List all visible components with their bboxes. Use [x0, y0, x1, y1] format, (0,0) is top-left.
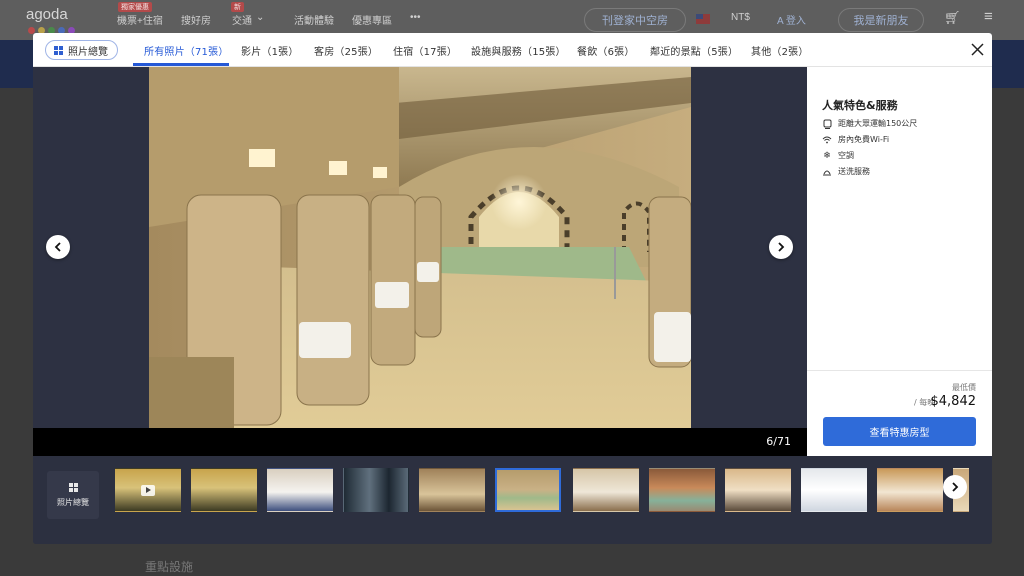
play-icon: [141, 485, 155, 496]
nav-hotels[interactable]: 搜好房: [181, 12, 211, 27]
price-value: $4,842: [930, 394, 977, 409]
next-thumbnails-button[interactable]: [943, 475, 967, 499]
snowflake-icon: ❄: [823, 150, 831, 161]
chevron-right-icon: [778, 242, 785, 252]
thumbnail-11[interactable]: [877, 468, 943, 512]
photo-counter: 6/71: [766, 435, 791, 448]
grid-icon: [68, 482, 78, 492]
thumbnail-1[interactable]: [115, 468, 181, 512]
photo-footer-bar: 6/71: [33, 428, 807, 456]
tab-other[interactable]: 其他（2張）: [751, 43, 809, 58]
nav-activities[interactable]: 活動體驗: [294, 12, 334, 27]
feature-wifi: 房內免費Wi-Fi: [822, 134, 889, 145]
cart-icon[interactable]: 🛒︎: [944, 10, 961, 26]
view-deals-button[interactable]: 查看特惠房型: [823, 417, 976, 446]
thumbnail-3[interactable]: [267, 468, 333, 512]
thumbnail-10[interactable]: [801, 468, 867, 512]
transit-icon: [822, 119, 832, 129]
tab-rooms[interactable]: 客房（25張）: [314, 43, 378, 58]
menu-icon[interactable]: ≡: [984, 8, 993, 25]
thumbnail-overview-label: 照片總覽: [57, 497, 89, 507]
thumbnail-7[interactable]: [573, 468, 639, 512]
thumbnail-6-selected[interactable]: [495, 468, 561, 512]
feature-transit: 距離大眾運輸150公尺: [822, 118, 917, 129]
agoda-logo[interactable]: agoda: [26, 6, 68, 23]
taiwan-flag-icon[interactable]: [696, 14, 710, 24]
list-property-button[interactable]: 刊登家中空房: [584, 8, 686, 32]
thumbnail-8[interactable]: [649, 468, 715, 512]
thumbnail-4[interactable]: [343, 468, 409, 512]
next-photo-button[interactable]: [769, 235, 793, 259]
nav-transport[interactable]: 交通: [232, 12, 252, 27]
photo-overview-label: 照片總覽: [68, 46, 108, 58]
feature-label: 距離大眾運輸150公尺: [838, 119, 918, 128]
property-highlights-panel: 人氣特色&服務 距離大眾運輸150公尺 房內免費Wi-Fi ❄ 空調 送洗服務 …: [807, 67, 992, 456]
highlights-title: 人氣特色&服務: [822, 99, 898, 112]
nav-flight-hotel[interactable]: 機票+住宿: [117, 12, 163, 27]
active-tab-indicator: [133, 63, 229, 66]
previous-photo-button[interactable]: [46, 235, 70, 259]
chevron-down-icon[interactable]: ⌄: [256, 12, 264, 23]
feature-ac: ❄ 空調: [822, 150, 854, 161]
photo-viewer: 6/71: [33, 67, 807, 456]
tab-videos[interactable]: 影片（1張）: [241, 43, 299, 58]
tab-facilities[interactable]: 設施與服務（15張）: [471, 43, 566, 58]
tab-all-photos[interactable]: 所有照片（71張）: [144, 43, 229, 58]
nav-more[interactable]: •••: [410, 12, 421, 23]
nav-badge-exclusive: 獨家優惠: [118, 2, 152, 12]
divider: [807, 370, 992, 371]
signup-button[interactable]: 我是新朋友: [838, 8, 924, 32]
chevron-left-icon: [54, 242, 61, 252]
grid-icon: [54, 45, 63, 55]
bell-service-icon: [822, 167, 832, 177]
close-icon[interactable]: [967, 39, 987, 59]
tab-dining[interactable]: 餐飲（6張）: [577, 43, 635, 58]
nav-badge-new: 新: [231, 2, 244, 12]
nav-deals[interactable]: 優惠專區: [352, 12, 392, 27]
tab-nearby-attractions[interactable]: 鄰近的景點（5張）: [650, 43, 738, 58]
lowest-price-label: 最低價: [952, 383, 976, 392]
feature-label: 送洗服務: [838, 167, 870, 176]
login-link[interactable]: A 登入: [777, 12, 806, 27]
photo-overview-button[interactable]: 照片總覽: [45, 40, 118, 60]
feature-label: 空調: [838, 151, 854, 160]
tab-property[interactable]: 住宿（17張）: [393, 43, 457, 58]
chevron-right-icon: [952, 482, 959, 492]
feature-laundry: 送洗服務: [822, 166, 870, 177]
section-heading: 重點設施: [145, 560, 194, 574]
wifi-icon: [822, 135, 832, 145]
thumbnail-2[interactable]: [191, 468, 257, 512]
thumbnail-strip: 照片總覽: [33, 456, 992, 544]
thumbnail-5[interactable]: [419, 468, 485, 512]
thumbnail-overview-button[interactable]: 照片總覽: [47, 471, 99, 519]
feature-label: 房內免費Wi-Fi: [838, 135, 890, 144]
currency-selector[interactable]: NT$: [731, 12, 750, 23]
photo-gallery-modal: 照片總覽 所有照片（71張） 影片（1張） 客房（25張） 住宿（17張） 設施…: [33, 33, 992, 544]
gallery-tab-bar: 照片總覽 所有照片（71張） 影片（1張） 客房（25張） 住宿（17張） 設施…: [33, 33, 992, 67]
thumbnail-9[interactable]: [725, 468, 791, 512]
main-photo-bathhouse: [149, 67, 691, 428]
